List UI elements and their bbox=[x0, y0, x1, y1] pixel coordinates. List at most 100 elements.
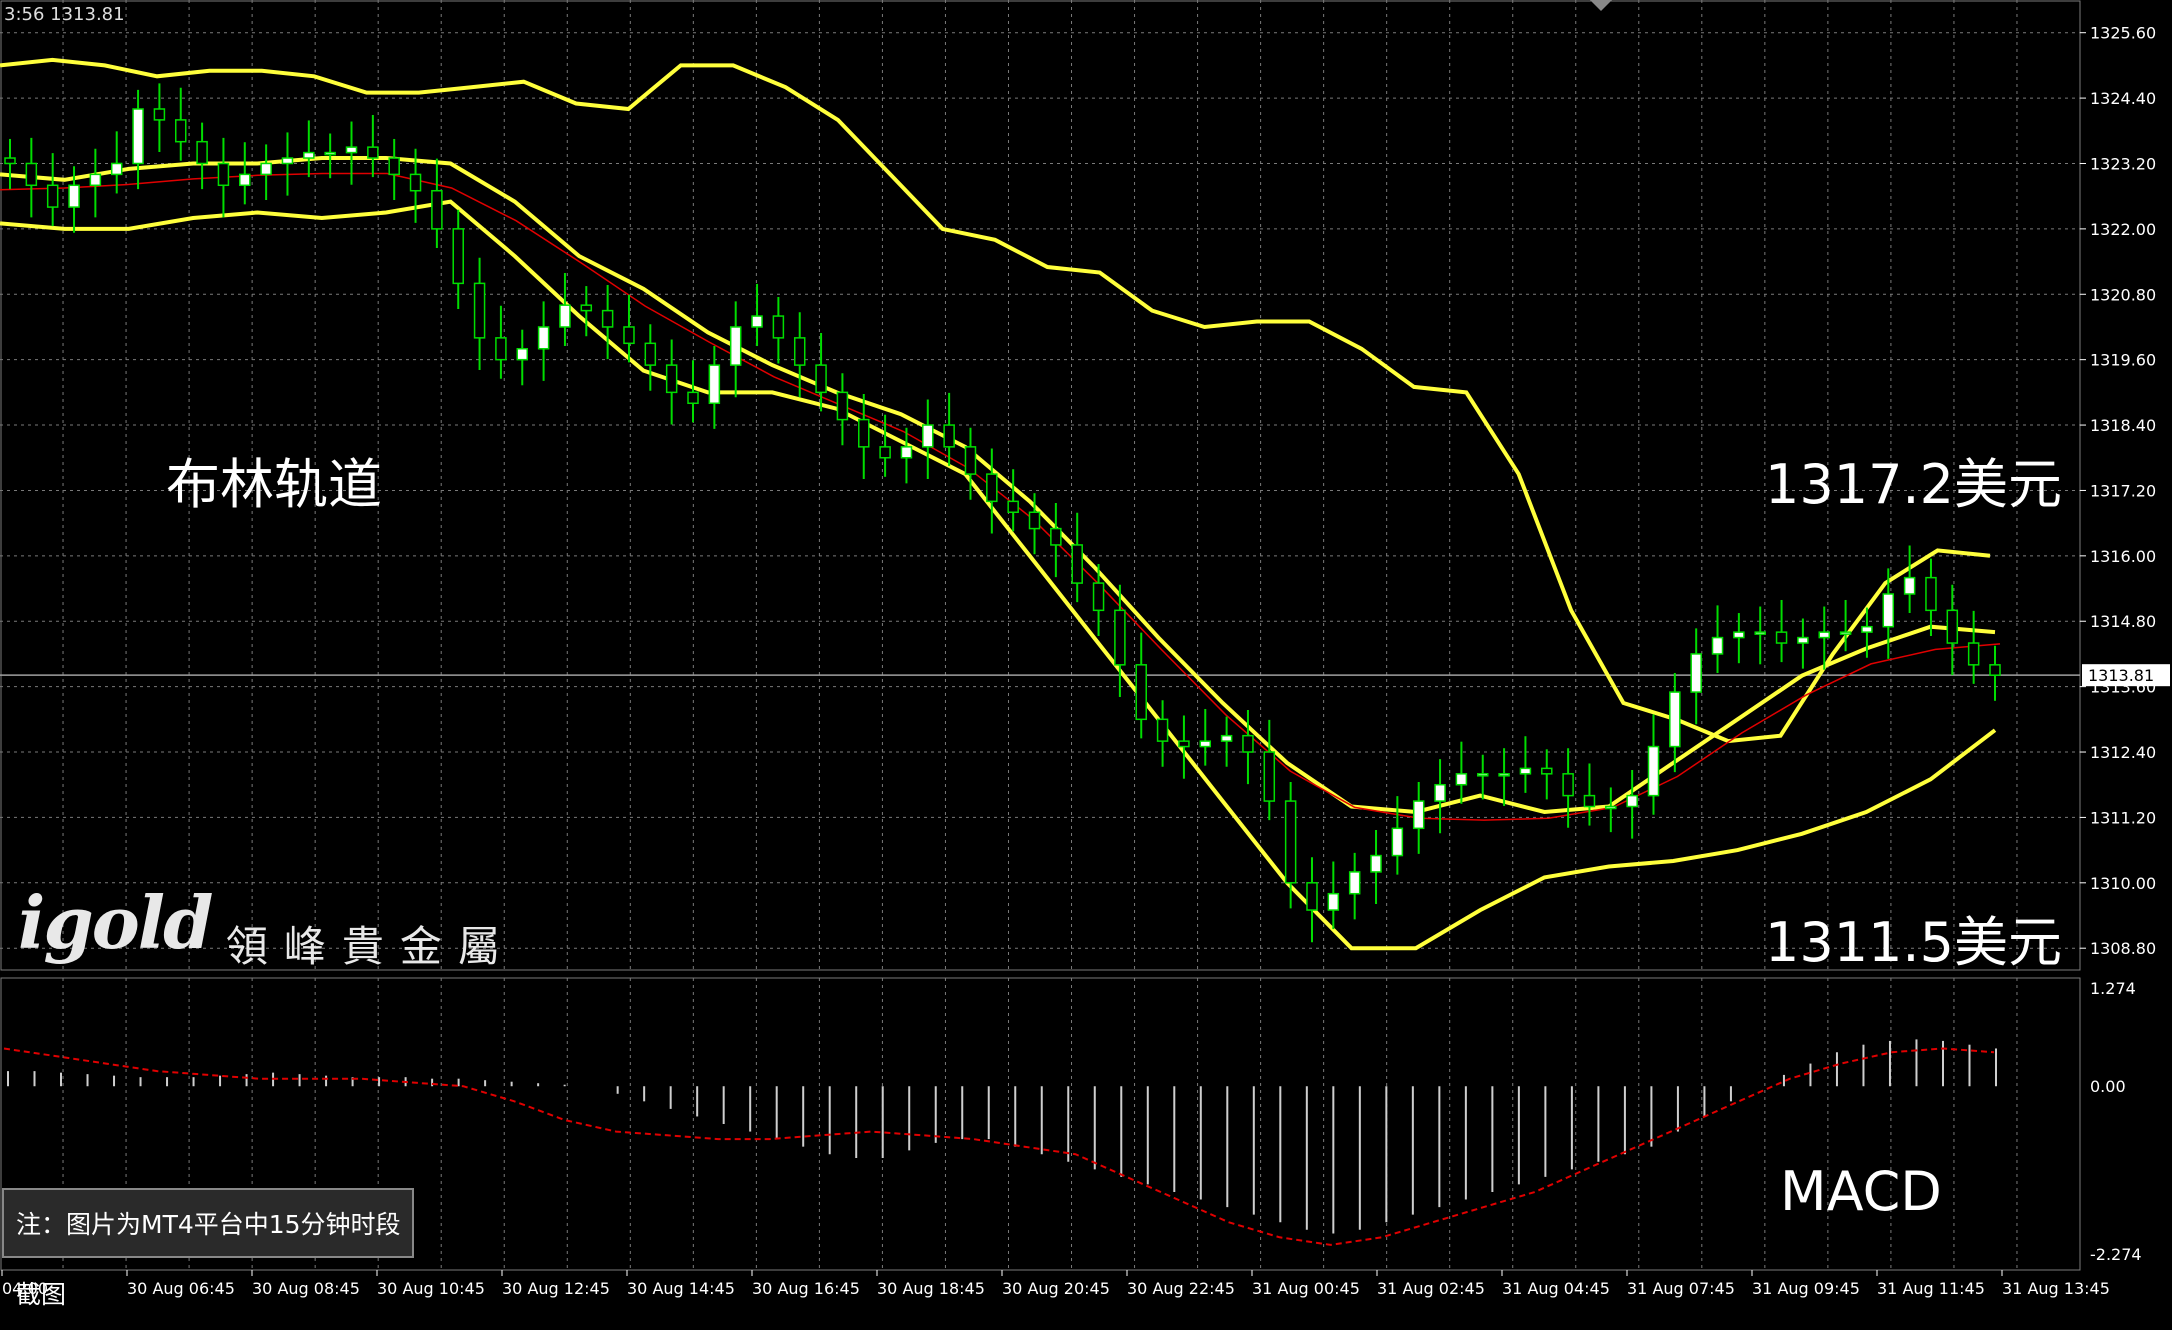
candle-body bbox=[1050, 527, 1062, 546]
candle-body bbox=[687, 391, 699, 405]
candle-body bbox=[1284, 800, 1297, 884]
current-price-label: 1313.81 bbox=[2088, 666, 2154, 685]
candle-body bbox=[1775, 631, 1788, 644]
bollinger-lower-line bbox=[0, 199, 1997, 951]
candle-body bbox=[1135, 664, 1147, 721]
candle-body bbox=[1903, 576, 1916, 595]
price-tick-label: 1318.40 bbox=[2090, 416, 2156, 435]
time-tick-label: 31 Aug 09:45 bbox=[1752, 1279, 1860, 1298]
candle-body bbox=[1541, 767, 1553, 775]
candle-body bbox=[729, 326, 742, 366]
candle-body bbox=[537, 326, 550, 350]
candle-body bbox=[388, 157, 400, 176]
time-tick-label: 30 Aug 08:45 bbox=[252, 1279, 360, 1298]
candle-body bbox=[1562, 773, 1574, 797]
candle-body bbox=[1647, 745, 1660, 797]
time-tick-label: 30 Aug 18:45 bbox=[877, 1279, 985, 1298]
candle-body bbox=[1583, 794, 1596, 808]
time-tick-label: 31 Aug 04:45 bbox=[1502, 1279, 1610, 1298]
candle-body bbox=[858, 418, 870, 448]
candle-body bbox=[431, 189, 443, 230]
header-readout: 3:56 1313.81 bbox=[4, 4, 125, 25]
candlestick-chart: 1325.60 1324.40 1323.20 1322.00 1320.80 1319.… bbox=[0, 0, 2170, 1298]
candle-body bbox=[793, 337, 806, 366]
candle-body bbox=[964, 446, 977, 475]
time-tick-label: 30 Aug 06:45 bbox=[127, 1279, 235, 1298]
candle-body bbox=[110, 162, 123, 176]
price-tick-label: 1325.60 bbox=[2090, 24, 2156, 43]
logo-main-text: igold bbox=[18, 880, 213, 965]
candle-body bbox=[516, 348, 529, 361]
bollinger-upper-line bbox=[0, 57, 1991, 744]
macd-tick-label: -2.274 bbox=[2090, 1245, 2142, 1264]
candle-body bbox=[943, 424, 955, 448]
time-tick-label: 31 Aug 13:45 bbox=[2002, 1279, 2110, 1298]
price-tick-label: 1310.00 bbox=[2090, 874, 2156, 893]
time-tick-label: 30 Aug 10:45 bbox=[377, 1279, 485, 1298]
candle-body bbox=[1882, 593, 1895, 628]
chart-shift-marker[interactable] bbox=[1590, 0, 1612, 11]
candle-body bbox=[580, 304, 593, 312]
price-tick-label: 1316.00 bbox=[2090, 547, 2156, 566]
candle-body bbox=[409, 173, 422, 192]
lower-band-price-annotation: 1311.5美元 bbox=[1765, 911, 2062, 974]
candle-body bbox=[1754, 631, 1766, 635]
price-tick-label: 1322.00 bbox=[2090, 220, 2156, 239]
igold-logo: igold 領峰貴金屬 bbox=[18, 880, 516, 974]
time-tick-label: 30 Aug 12:45 bbox=[502, 1279, 610, 1298]
candle-body bbox=[1476, 773, 1489, 777]
candle-body bbox=[281, 157, 294, 165]
candle-body bbox=[1797, 636, 1809, 644]
candle-body bbox=[1989, 664, 2001, 676]
candle-body bbox=[1669, 691, 1681, 748]
candle-body bbox=[260, 162, 272, 176]
candle-body bbox=[303, 151, 315, 159]
candle-body bbox=[1967, 642, 1980, 666]
candle-body bbox=[1391, 827, 1404, 857]
candle-body bbox=[495, 337, 507, 361]
candle-body bbox=[452, 228, 464, 285]
candle-body bbox=[1028, 511, 1041, 530]
bollinger-annotation: 布林轨道 bbox=[166, 453, 382, 516]
candle-body bbox=[175, 119, 187, 143]
candle-body bbox=[153, 108, 166, 121]
candle-body bbox=[601, 309, 614, 328]
candle-body bbox=[68, 184, 80, 208]
candle-body bbox=[1946, 609, 1959, 644]
candle-body bbox=[836, 391, 849, 421]
candle-body bbox=[986, 473, 998, 503]
candle-body bbox=[25, 162, 38, 187]
price-tick-label: 1324.40 bbox=[2090, 89, 2156, 108]
candle-body bbox=[1839, 631, 1852, 635]
candle-body bbox=[1242, 734, 1254, 753]
candle-body bbox=[1114, 609, 1126, 666]
candle-body bbox=[1199, 740, 1212, 748]
candle-body bbox=[1861, 625, 1873, 633]
candle-body bbox=[132, 108, 144, 165]
candle-body bbox=[239, 173, 251, 187]
candle-body bbox=[1519, 767, 1532, 775]
candle-body bbox=[815, 364, 827, 394]
candle-body bbox=[473, 282, 486, 339]
price-tick-label: 1312.40 bbox=[2090, 743, 2156, 762]
candle-body bbox=[1626, 794, 1638, 808]
candle-body bbox=[1412, 800, 1425, 830]
macd-tick-label: 1.274 bbox=[2090, 979, 2136, 998]
time-tick-label: 30 Aug 16:45 bbox=[752, 1279, 860, 1298]
candle-body bbox=[4, 157, 16, 165]
candle-body bbox=[1178, 740, 1190, 748]
candle-body bbox=[751, 315, 763, 328]
candle-body bbox=[1348, 871, 1361, 895]
time-tick-label: 31 Aug 07:45 bbox=[1627, 1279, 1735, 1298]
candle-body bbox=[1498, 773, 1510, 777]
logo-sub-text: 領峰貴金屬 bbox=[225, 922, 516, 972]
candle-body bbox=[1263, 751, 1276, 802]
time-tick-label: 30 Aug 22:45 bbox=[1127, 1279, 1235, 1298]
candle-body bbox=[922, 424, 934, 448]
candle-body bbox=[665, 364, 678, 394]
candle-body bbox=[1711, 636, 1724, 655]
price-tick-label: 1323.20 bbox=[2090, 154, 2156, 173]
candle-body bbox=[217, 162, 230, 187]
candle-body bbox=[196, 140, 208, 165]
price-tick-label: 1320.80 bbox=[2090, 285, 2156, 304]
